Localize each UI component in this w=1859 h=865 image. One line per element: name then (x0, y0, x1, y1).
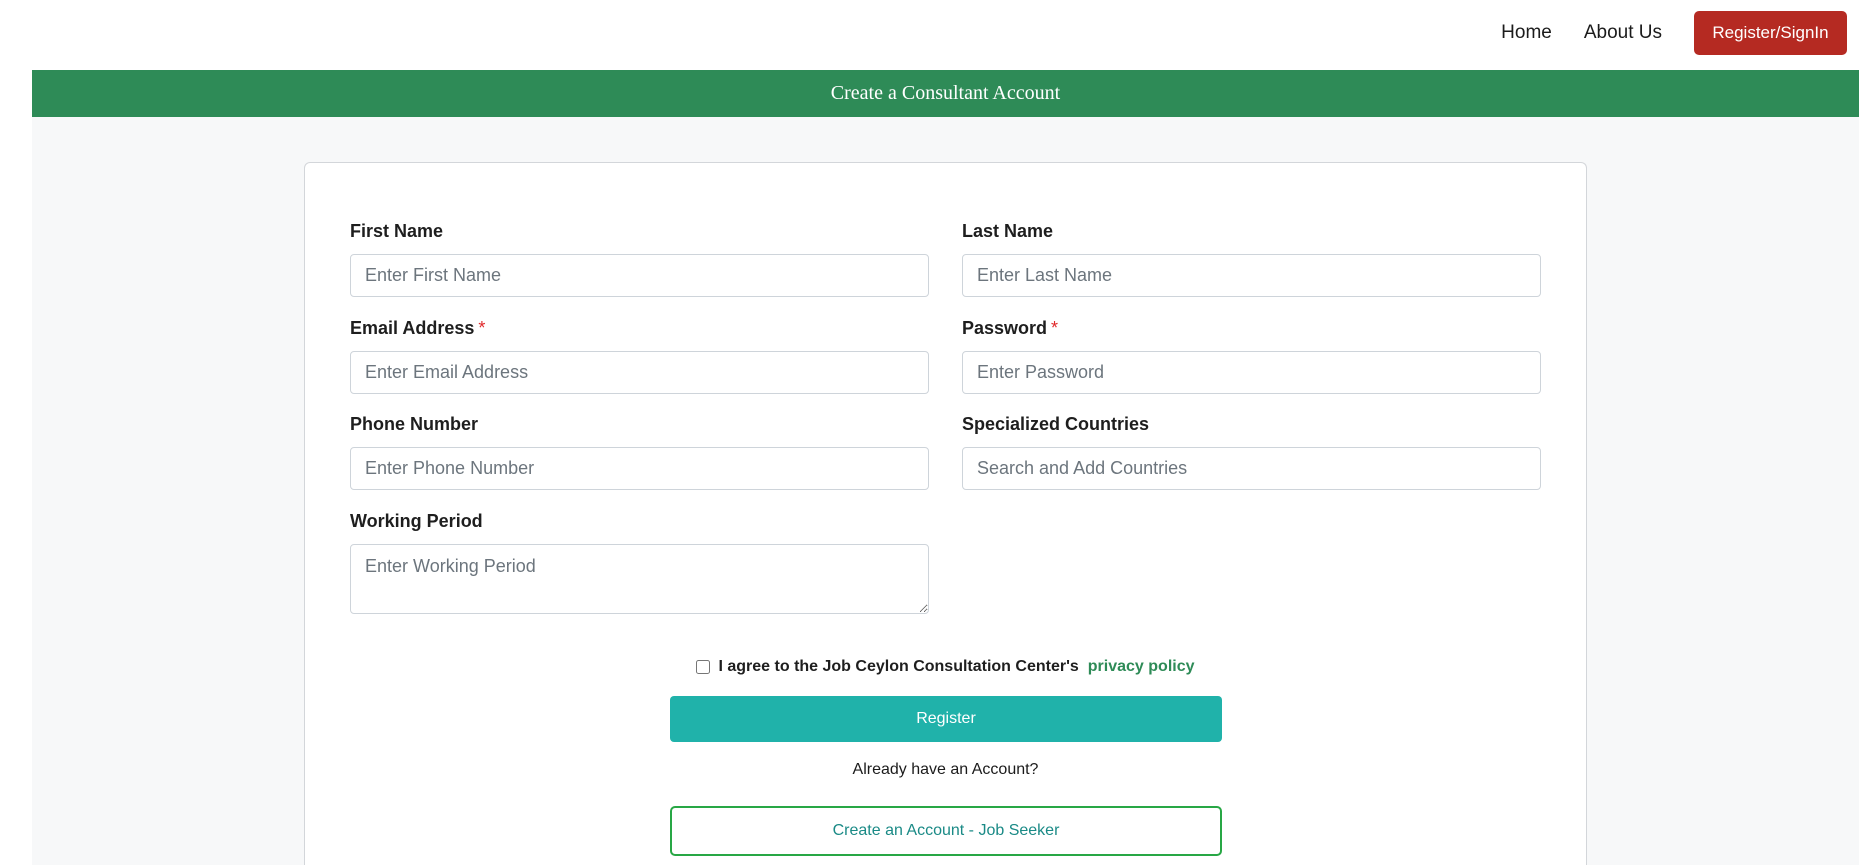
agree-text: I agree to the Job Ceylon Consultation C… (718, 658, 1079, 675)
privacy-agreement: I agree to the Job Ceylon Consultation C… (305, 658, 1586, 676)
password-label: Password (962, 318, 1048, 338)
countries-field: Specialized Countries (962, 414, 1541, 490)
email-label: Email Address (350, 318, 475, 338)
email-label-row: Email Address * (350, 318, 929, 338)
register-button[interactable]: Register (670, 696, 1222, 742)
countries-search-input[interactable] (962, 447, 1541, 490)
email-input[interactable] (350, 351, 929, 394)
password-input[interactable] (962, 351, 1541, 394)
email-required-mark: * (478, 318, 486, 338)
agree-checkbox[interactable] (696, 660, 711, 674)
password-field: Password * (962, 318, 1541, 394)
password-required-mark: * (1051, 318, 1059, 338)
already-have-account-text: Already have an Account? (852, 761, 1039, 778)
phone-label: Phone Number (350, 414, 479, 434)
privacy-policy-link[interactable]: privacy policy (1088, 658, 1195, 676)
last-name-field: Last Name (962, 221, 1541, 297)
first-name-label: First Name (350, 221, 444, 241)
working-period-label: Working Period (350, 511, 483, 531)
last-name-input[interactable] (962, 254, 1541, 297)
top-navbar: Home About Us Register/SignIn (0, 0, 1859, 70)
nav-links: Home About Us Register/SignIn (1501, 11, 1859, 55)
create-job-seeker-account-button[interactable]: Create an Account - Job Seeker (670, 806, 1222, 856)
first-name-field: First Name (350, 221, 929, 297)
registration-card: First Name Last Name Email Address* Pass… (304, 162, 1587, 865)
last-name-label: Last Name (962, 221, 1054, 241)
countries-label: Specialized Countries (962, 414, 1150, 434)
working-period-field: Working Period (350, 511, 929, 614)
first-name-input[interactable] (350, 254, 929, 297)
page-title: Create a Consultant Account (830, 82, 1061, 104)
register-signin-button[interactable]: Register/SignIn (1694, 11, 1847, 55)
email-field: Email Address * (350, 318, 929, 394)
nav-home-link[interactable]: Home (1501, 11, 1552, 55)
password-label-row: Password * (962, 318, 1541, 338)
phone-input[interactable] (350, 447, 929, 490)
phone-field: Phone Number (350, 414, 929, 490)
page-header-bar: Create a Consultant Account (32, 70, 1859, 117)
working-period-textarea[interactable] (350, 544, 929, 614)
nav-about-link[interactable]: About Us (1584, 11, 1662, 55)
